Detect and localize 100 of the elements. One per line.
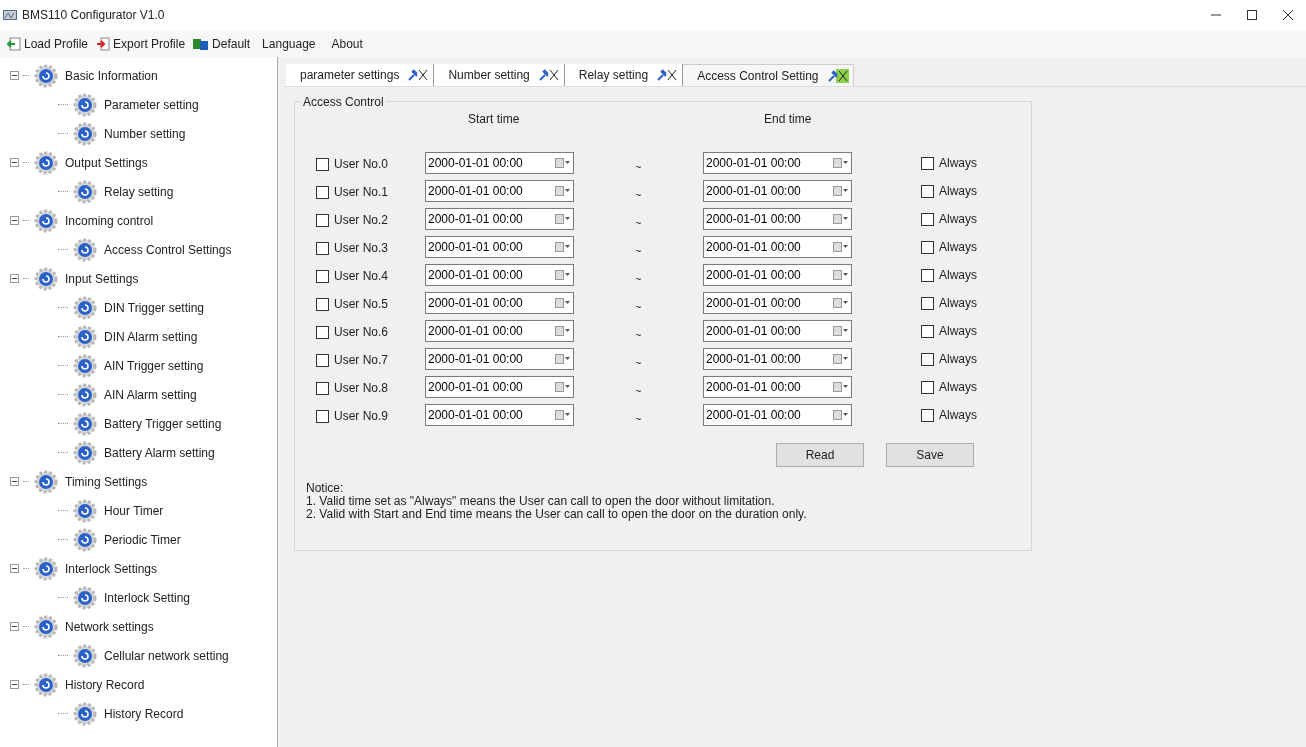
tree-item[interactable]: DIN Trigger setting <box>104 298 205 317</box>
tab[interactable]: Number setting <box>434 64 565 86</box>
collapse-toggle-icon[interactable] <box>10 564 19 573</box>
checkbox[interactable] <box>316 409 329 423</box>
date-time-field[interactable]: 2000-01-01 00:00 <box>425 404 574 426</box>
checkbox[interactable] <box>316 241 329 255</box>
checkbox[interactable] <box>316 213 329 227</box>
menu-item[interactable]: Language <box>257 34 321 53</box>
checkbox[interactable] <box>921 352 934 366</box>
date-time-field[interactable]: 2000-01-01 00:00 <box>703 320 852 342</box>
always-label: Always <box>939 295 977 312</box>
date-time-field[interactable]: 2000-01-01 00:00 <box>425 348 574 370</box>
tab[interactable]: Relay setting <box>564 64 684 86</box>
gear-icon <box>72 497 98 524</box>
checkbox[interactable] <box>316 325 329 339</box>
date-time-field[interactable]: 2000-01-01 00:00 <box>425 152 574 174</box>
tree-item[interactable]: Input Settings <box>65 269 139 288</box>
date-time-field[interactable]: 2000-01-01 00:00 <box>425 376 574 398</box>
collapse-toggle-icon[interactable] <box>10 71 19 80</box>
checkbox[interactable] <box>921 380 934 394</box>
date-time-field[interactable]: 2000-01-01 00:00 <box>425 264 574 286</box>
always-label: Always <box>939 239 977 256</box>
tree-item[interactable]: Interlock Settings <box>65 559 158 578</box>
calendar-dropdown-icon <box>833 382 849 392</box>
checkbox[interactable] <box>316 297 329 311</box>
pin-close-icon[interactable] <box>656 68 679 82</box>
collapse-toggle-icon[interactable] <box>10 216 19 225</box>
collapse-toggle-icon[interactable] <box>10 274 19 283</box>
date-time-field[interactable]: 2000-01-01 00:00 <box>703 180 852 202</box>
tree-item[interactable]: Battery Alarm setting <box>104 443 215 462</box>
checkbox[interactable] <box>921 296 934 310</box>
pin-close-icon[interactable] <box>537 68 560 82</box>
toolbar-button[interactable]: Default <box>192 34 252 53</box>
tree-item[interactable]: History Record <box>104 704 184 723</box>
checkbox[interactable] <box>316 353 329 367</box>
tree-item[interactable]: Access Control Settings <box>104 240 232 259</box>
tab[interactable]: Access Control Setting <box>683 64 854 86</box>
collapse-toggle-icon[interactable] <box>10 622 19 631</box>
date-time-field[interactable]: 2000-01-01 00:00 <box>425 320 574 342</box>
checkbox[interactable] <box>921 324 934 338</box>
pin-close-icon[interactable] <box>407 68 430 82</box>
date-time-field[interactable]: 2000-01-01 00:00 <box>703 376 852 398</box>
tree-item[interactable]: Hour Timer <box>104 501 164 520</box>
tree-item[interactable]: Network settings <box>65 617 154 636</box>
tree-item[interactable]: History Record <box>65 675 145 694</box>
tree-item[interactable]: Relay setting <box>104 182 174 201</box>
collapse-toggle-icon[interactable] <box>10 680 19 689</box>
checkbox[interactable] <box>316 381 329 395</box>
maximize-icon[interactable] <box>1247 10 1257 20</box>
toolbar-button[interactable]: Load Profile <box>6 34 90 53</box>
calendar-dropdown-icon <box>555 214 571 224</box>
tree-item[interactable]: Interlock Setting <box>104 588 191 607</box>
tree-item[interactable]: AIN Alarm setting <box>104 385 197 404</box>
tree-item[interactable]: Number setting <box>104 124 186 143</box>
tab[interactable]: parameter settings <box>286 64 435 86</box>
tree-item[interactable]: DIN Alarm setting <box>104 327 198 346</box>
tree-item[interactable]: Timing Settings <box>65 472 148 491</box>
range-separator: ~ <box>634 160 643 175</box>
checkbox[interactable] <box>316 157 329 171</box>
checkbox[interactable] <box>921 212 934 226</box>
gear-icon <box>72 584 98 611</box>
date-time-field[interactable]: 2000-01-01 00:00 <box>703 208 852 230</box>
date-time-field[interactable]: 2000-01-01 00:00 <box>703 292 852 314</box>
tree-item[interactable]: Battery Trigger setting <box>104 414 222 433</box>
tree-item[interactable]: Parameter setting <box>104 95 199 114</box>
pin-close-icon[interactable] <box>826 68 849 83</box>
checkbox[interactable] <box>921 240 934 254</box>
tree-item[interactable]: Output Settings <box>65 153 148 172</box>
action-button[interactable]: Save <box>886 443 974 467</box>
checkbox[interactable] <box>316 185 329 199</box>
toolbar-button[interactable]: Export Profile <box>95 34 187 53</box>
column-header: Start time <box>468 111 521 128</box>
tree-item[interactable]: Incoming control <box>65 211 154 230</box>
checkbox[interactable] <box>921 184 934 198</box>
date-time-field[interactable]: 2000-01-01 00:00 <box>425 236 574 258</box>
date-time-field[interactable]: 2000-01-01 00:00 <box>425 180 574 202</box>
collapse-toggle-icon[interactable] <box>10 477 19 486</box>
range-separator: ~ <box>634 384 643 399</box>
menu-item[interactable]: About <box>326 34 368 53</box>
tree-item[interactable]: Periodic Timer <box>104 530 181 549</box>
checkbox[interactable] <box>921 268 934 282</box>
calendar-dropdown-icon <box>555 270 571 280</box>
date-time-field[interactable]: 2000-01-01 00:00 <box>703 152 852 174</box>
tree-item[interactable]: AIN Trigger setting <box>104 356 204 375</box>
date-time-field[interactable]: 2000-01-01 00:00 <box>425 208 574 230</box>
calendar-dropdown-icon <box>833 326 849 336</box>
date-time-field[interactable]: 2000-01-01 00:00 <box>703 348 852 370</box>
date-time-field[interactable]: 2000-01-01 00:00 <box>703 404 852 426</box>
tree-item[interactable]: Basic Information <box>65 66 158 85</box>
date-time-field[interactable]: 2000-01-01 00:00 <box>425 292 574 314</box>
collapse-toggle-icon[interactable] <box>10 158 19 167</box>
always-label: Always <box>939 323 977 340</box>
checkbox[interactable] <box>921 156 934 170</box>
date-time-field[interactable]: 2000-01-01 00:00 <box>703 236 852 258</box>
close-icon[interactable] <box>1283 10 1293 20</box>
date-time-field[interactable]: 2000-01-01 00:00 <box>703 264 852 286</box>
tree-item[interactable]: Cellular network setting <box>104 646 229 665</box>
checkbox[interactable] <box>316 269 329 283</box>
checkbox[interactable] <box>921 408 934 422</box>
action-button[interactable]: Read <box>776 443 864 467</box>
